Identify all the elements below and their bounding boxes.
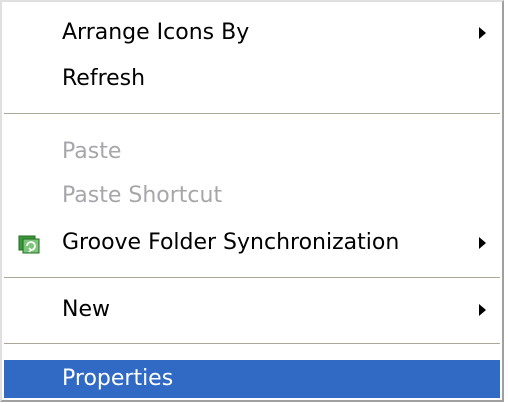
menu-item-refresh[interactable]: Refresh (4, 60, 500, 98)
menu-item-properties[interactable]: Properties (4, 360, 500, 398)
menu-separator (4, 343, 500, 344)
menu-separator (4, 113, 500, 114)
submenu-arrow-icon (479, 237, 486, 249)
menu-item-label: Paste (62, 139, 122, 164)
menu-item-paste: Paste (4, 133, 500, 171)
menu-item-groove-folder-synchronization[interactable]: Groove Folder Synchronization (4, 224, 500, 262)
menu-item-label: Paste Shortcut (62, 183, 223, 208)
menu-item-paste-shortcut: Paste Shortcut (4, 177, 500, 215)
groove-icon (18, 235, 40, 254)
submenu-arrow-icon (479, 27, 486, 39)
menu-item-label: Refresh (62, 66, 146, 91)
submenu-arrow-icon (479, 304, 486, 316)
menu-item-label: Arrange Icons By (62, 20, 250, 45)
menu-item-label: Groove Folder Synchronization (62, 230, 400, 255)
context-menu: Arrange Icons By Refresh Paste Paste Sho… (0, 0, 504, 402)
menu-item-label: Properties (62, 366, 174, 391)
menu-separator (4, 277, 500, 278)
menu-item-new[interactable]: New (4, 291, 500, 329)
menu-item-label: New (62, 297, 110, 322)
menu-item-arrange-icons-by[interactable]: Arrange Icons By (4, 14, 500, 52)
